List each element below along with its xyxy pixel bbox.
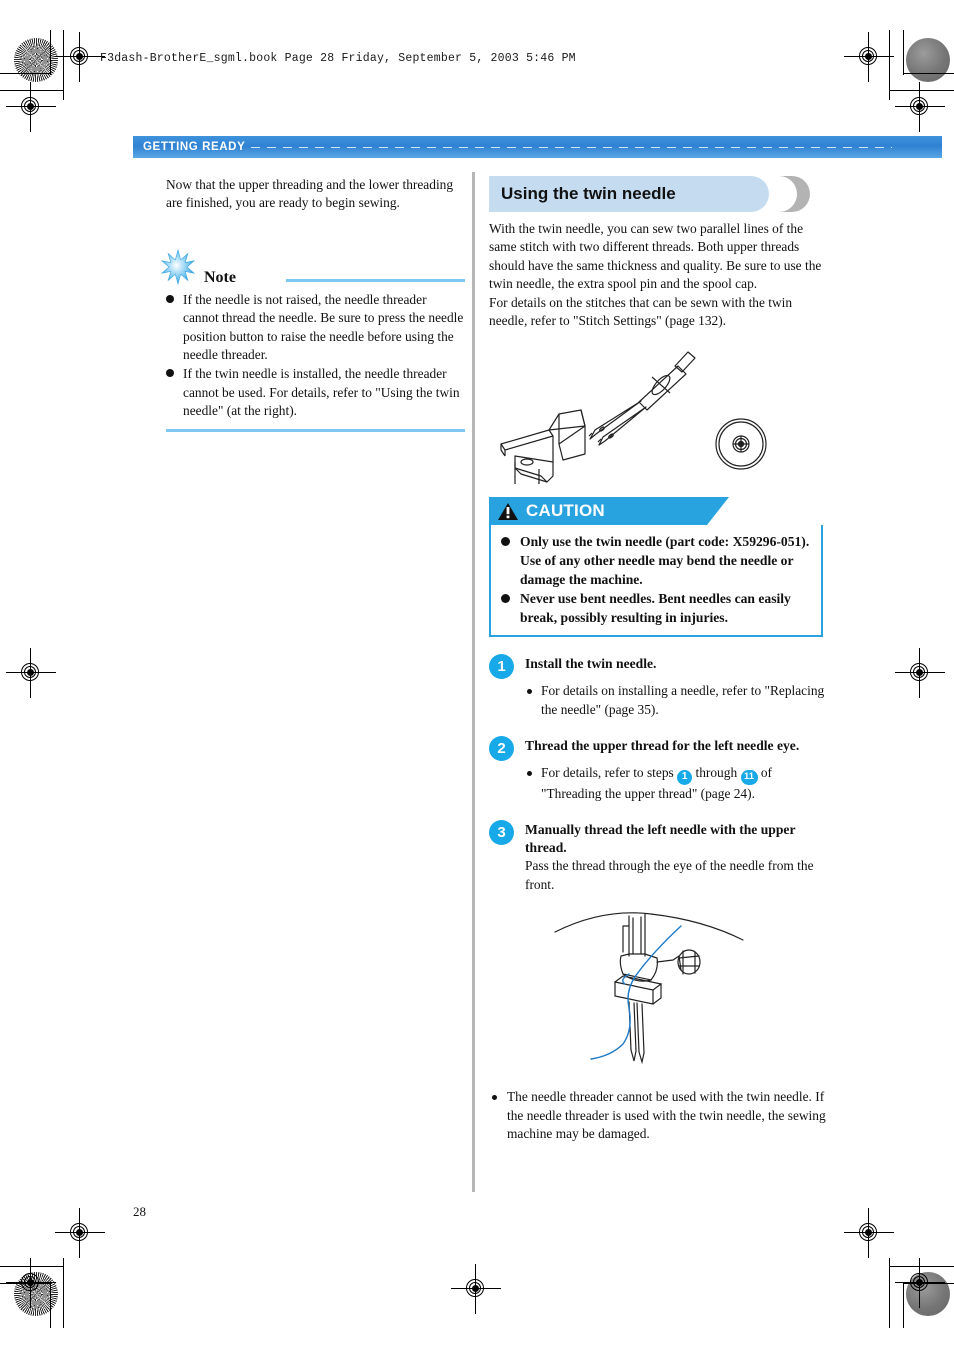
step-bullet: For details, refer to steps 1 through 11…	[525, 764, 826, 803]
left-column: Now that the upper threading and the low…	[160, 176, 465, 432]
step-title: Manually thread the left needle with the…	[525, 822, 796, 856]
registration-target-bottom-left-2	[6, 1258, 56, 1308]
step-bullet-mid: through	[695, 765, 738, 781]
step-3: 3 Manually thread the left needle with t…	[489, 820, 826, 894]
note-item-text: If the needle is not raised, the needle …	[183, 291, 464, 363]
twin-needle-intro-1: With the twin needle, you can sew two pa…	[489, 221, 822, 292]
running-header-label: GETTING READY	[143, 141, 246, 153]
right-column: Using the twin needle With the twin need…	[489, 176, 826, 1143]
bullet-icon	[501, 537, 510, 547]
step-title: Install the twin needle.	[525, 656, 657, 672]
starburst-icon	[160, 248, 196, 285]
caution-tab: CAUTION	[489, 497, 729, 526]
registration-target-bottom-right-2	[895, 1258, 945, 1308]
running-header-bar: GETTING READY	[133, 136, 942, 158]
note-item: If the twin needle is installed, the nee…	[166, 365, 465, 420]
step-body-text: Pass the thread through the eye of the n…	[525, 858, 814, 892]
step-bullet: For details on installing a needle, refe…	[525, 682, 826, 719]
closing-note: The needle threader cannot be used with …	[489, 1088, 826, 1143]
caution-list: Only use the twin needle (part code: X59…	[500, 532, 812, 627]
caution-item-text: Only use the twin needle (part code: X59…	[520, 534, 810, 588]
inline-step-ref-1: 1	[677, 769, 693, 785]
bullet-icon	[527, 771, 532, 777]
registration-target-bottom-right-1	[844, 1208, 894, 1258]
twin-needle-parts-illustration	[489, 344, 826, 489]
step-1: 1 Install the twin needle. For details o…	[489, 654, 826, 719]
registration-target-left-middle	[6, 648, 56, 698]
registration-burst-top-left	[14, 38, 58, 82]
registration-target-top-left-2	[6, 82, 56, 132]
document-header-text: F3dash-BrotherE_sgml.book Page 28 Friday…	[100, 52, 576, 65]
step-number-badge: 2	[489, 736, 514, 762]
step-number-badge: 3	[489, 820, 514, 846]
step-bullet-prefix: For details, refer to steps	[541, 765, 674, 781]
column-divider	[472, 172, 475, 1192]
step-bullet-text: For details on installing a needle, refe…	[541, 683, 825, 717]
caution-box: CAUTION Only use the twin needle (part c…	[489, 497, 823, 638]
note-item: If the needle is not raised, the needle …	[166, 291, 465, 365]
registration-target-top-right-2	[895, 82, 945, 132]
note-header: Note	[160, 248, 465, 287]
bullet-icon	[527, 689, 532, 695]
note-title: Note	[204, 268, 236, 286]
bullet-icon	[166, 294, 174, 303]
section-heading-text: Using the twin needle	[501, 184, 676, 203]
caution-label: CAUTION	[526, 501, 605, 521]
caution-item-text: Never use bent needles. Bent needles can…	[520, 591, 791, 626]
running-header-dashed-rule	[251, 146, 892, 148]
registration-target-right-middle	[895, 648, 945, 698]
registration-burst-top-right	[906, 38, 950, 82]
bullet-icon	[492, 1095, 497, 1101]
note-bottom-rule	[166, 428, 465, 432]
section-heading: Using the twin needle	[489, 176, 824, 212]
inline-step-ref-2: 11	[740, 769, 758, 785]
page-number: 28	[133, 1204, 146, 1219]
twin-needle-intro-2: For details on the stitches that can be …	[489, 294, 793, 329]
note-title-rule	[286, 278, 465, 282]
step-title: Thread the upper thread for the left nee…	[525, 738, 800, 754]
registration-target-top-right-1	[844, 32, 894, 82]
registration-target-bottom-left-1	[55, 1208, 105, 1258]
needle-bar-illustration	[489, 904, 826, 1074]
caution-item: Never use bent needles. Bent needles can…	[500, 589, 812, 627]
note-block: Note If the needle is not raised, the ne…	[160, 248, 465, 432]
step-number-badge: 1	[489, 654, 514, 680]
step-2: 2 Thread the upper thread for the left n…	[489, 736, 826, 803]
page-canvas: F3dash-BrotherE_sgml.book Page 28 Friday…	[0, 0, 954, 1351]
closing-note-text: The needle threader cannot be used with …	[507, 1089, 826, 1141]
note-list: If the needle is not raised, the needle …	[166, 291, 465, 421]
caution-item: Only use the twin needle (part code: X59…	[500, 532, 812, 589]
registration-target-bottom-middle	[451, 1264, 501, 1314]
bullet-icon	[501, 594, 510, 604]
registration-target-top-left-1	[55, 32, 105, 82]
note-item-text: If the twin needle is installed, the nee…	[183, 366, 460, 419]
intro-paragraph: Now that the upper threading and the low…	[166, 177, 454, 211]
warning-triangle-icon	[497, 502, 519, 521]
caution-body: Only use the twin needle (part code: X59…	[489, 525, 823, 638]
bullet-icon	[166, 369, 174, 378]
